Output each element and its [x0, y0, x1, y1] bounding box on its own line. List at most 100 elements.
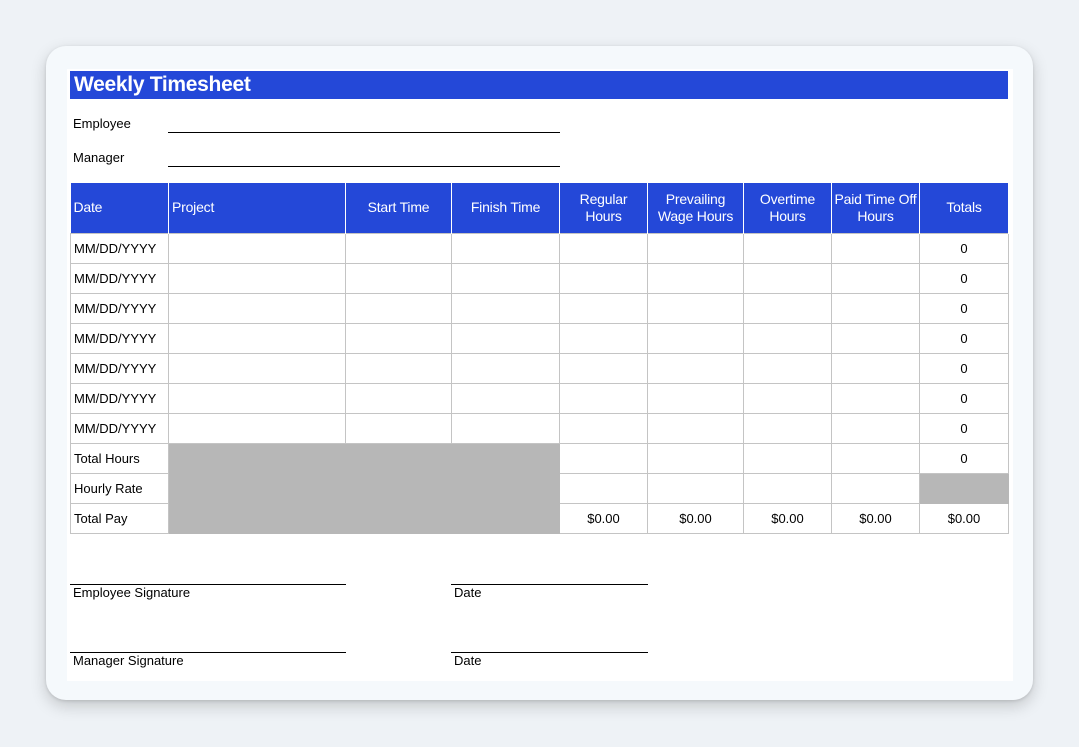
start-time-cell[interactable]	[345, 322, 452, 354]
pto-hours-cell[interactable]	[831, 262, 920, 294]
total-hours-row: Total Hours 0	[70, 442, 1009, 474]
project-cell[interactable]	[168, 262, 346, 294]
regular-hours-total-cell[interactable]	[559, 442, 648, 474]
regular-hours-cell[interactable]	[559, 292, 648, 324]
total-pay-label: Total Pay	[70, 502, 169, 534]
overtime-hours-total-cell[interactable]	[743, 442, 832, 474]
pto-hours-cell[interactable]	[831, 232, 920, 264]
header-project: Project	[168, 183, 346, 233]
employee-field[interactable]	[168, 132, 560, 133]
finish-time-cell[interactable]	[451, 232, 560, 264]
table-row: MM/DD/YYYY 0	[70, 322, 1009, 354]
regular-rate-cell[interactable]	[559, 472, 648, 504]
sheet-title: Weekly Timesheet	[70, 71, 1008, 99]
regular-hours-cell[interactable]	[559, 382, 648, 414]
date-cell[interactable]: MM/DD/YYYY	[70, 292, 169, 324]
pto-pay-cell[interactable]: $0.00	[831, 502, 920, 534]
project-cell[interactable]	[168, 382, 346, 414]
prevailing-hours-cell[interactable]	[647, 262, 744, 294]
regular-hours-cell[interactable]	[559, 322, 648, 354]
finish-time-cell[interactable]	[451, 352, 560, 384]
overtime-hours-cell[interactable]	[743, 322, 832, 354]
gray-block	[168, 502, 560, 534]
date-cell[interactable]: MM/DD/YYYY	[70, 322, 169, 354]
overtime-rate-cell[interactable]	[743, 472, 832, 504]
date-cell[interactable]: MM/DD/YYYY	[70, 232, 169, 264]
finish-time-cell[interactable]	[451, 382, 560, 414]
date-cell[interactable]: MM/DD/YYYY	[70, 262, 169, 294]
start-time-cell[interactable]	[345, 292, 452, 324]
manager-signature-label: Manager Signature	[73, 653, 184, 668]
row-total-cell[interactable]: 0	[919, 292, 1009, 324]
project-cell[interactable]	[168, 232, 346, 264]
row-total-cell[interactable]: 0	[919, 412, 1009, 444]
table-row: MM/DD/YYYY 0	[70, 412, 1009, 444]
employee-label: Employee	[73, 116, 131, 131]
finish-time-cell[interactable]	[451, 412, 560, 444]
pto-hours-cell[interactable]	[831, 322, 920, 354]
grand-total-pay-cell[interactable]: $0.00	[919, 502, 1009, 534]
prevailing-hours-cell[interactable]	[647, 412, 744, 444]
pto-hours-cell[interactable]	[831, 352, 920, 384]
regular-pay-cell[interactable]: $0.00	[559, 502, 648, 534]
project-cell[interactable]	[168, 352, 346, 384]
overtime-hours-cell[interactable]	[743, 352, 832, 384]
row-total-cell[interactable]: 0	[919, 232, 1009, 264]
row-total-cell[interactable]: 0	[919, 262, 1009, 294]
overtime-hours-cell[interactable]	[743, 292, 832, 324]
start-time-cell[interactable]	[345, 232, 452, 264]
pto-rate-cell[interactable]	[831, 472, 920, 504]
header-row: Date Project Start Time Finish Time Regu…	[70, 183, 1009, 233]
overtime-pay-cell[interactable]: $0.00	[743, 502, 832, 534]
pto-hours-cell[interactable]	[831, 412, 920, 444]
regular-hours-cell[interactable]	[559, 232, 648, 264]
prevailing-hours-total-cell[interactable]	[647, 442, 744, 474]
overtime-hours-cell[interactable]	[743, 382, 832, 414]
prevailing-hours-cell[interactable]	[647, 292, 744, 324]
pto-hours-total-cell[interactable]	[831, 442, 920, 474]
finish-time-cell[interactable]	[451, 322, 560, 354]
grand-total-hours-cell[interactable]: 0	[919, 442, 1009, 474]
regular-hours-cell[interactable]	[559, 262, 648, 294]
regular-hours-cell[interactable]	[559, 352, 648, 384]
start-time-cell[interactable]	[345, 352, 452, 384]
prevailing-pay-cell[interactable]: $0.00	[647, 502, 744, 534]
header-finish-time: Finish Time	[451, 183, 560, 233]
prevailing-rate-cell[interactable]	[647, 472, 744, 504]
row-total-cell[interactable]: 0	[919, 322, 1009, 354]
employee-date-label: Date	[454, 585, 482, 600]
start-time-cell[interactable]	[345, 262, 452, 294]
finish-time-cell[interactable]	[451, 262, 560, 294]
manager-field[interactable]	[168, 166, 560, 167]
prevailing-hours-cell[interactable]	[647, 382, 744, 414]
project-cell[interactable]	[168, 292, 346, 324]
gray-block	[168, 442, 560, 474]
date-cell[interactable]: MM/DD/YYYY	[70, 352, 169, 384]
prevailing-hours-cell[interactable]	[647, 322, 744, 354]
regular-hours-cell[interactable]	[559, 412, 648, 444]
overtime-hours-cell[interactable]	[743, 232, 832, 264]
gray-block	[919, 472, 1009, 504]
manager-label: Manager	[73, 150, 125, 165]
pto-hours-cell[interactable]	[831, 382, 920, 414]
start-time-cell[interactable]	[345, 412, 452, 444]
timesheet-table: Date Project Start Time Finish Time Regu…	[70, 183, 1009, 534]
row-total-cell[interactable]: 0	[919, 382, 1009, 414]
total-pay-row: Total Pay $0.00 $0.00 $0.00 $0.00 $0.00	[70, 502, 1009, 534]
date-cell[interactable]: MM/DD/YYYY	[70, 412, 169, 444]
overtime-hours-cell[interactable]	[743, 262, 832, 294]
row-total-cell[interactable]: 0	[919, 352, 1009, 384]
header-overtime-hours: Overtime Hours	[743, 183, 832, 233]
overtime-hours-cell[interactable]	[743, 412, 832, 444]
header-date: Date	[70, 183, 169, 233]
prevailing-hours-cell[interactable]	[647, 232, 744, 264]
date-cell[interactable]: MM/DD/YYYY	[70, 382, 169, 414]
project-cell[interactable]	[168, 322, 346, 354]
pto-hours-cell[interactable]	[831, 292, 920, 324]
start-time-cell[interactable]	[345, 382, 452, 414]
project-cell[interactable]	[168, 412, 346, 444]
finish-time-cell[interactable]	[451, 292, 560, 324]
table-row: MM/DD/YYYY 0	[70, 352, 1009, 384]
header-prevailing-wage-hours: Prevailing Wage Hours	[647, 183, 744, 233]
prevailing-hours-cell[interactable]	[647, 352, 744, 384]
